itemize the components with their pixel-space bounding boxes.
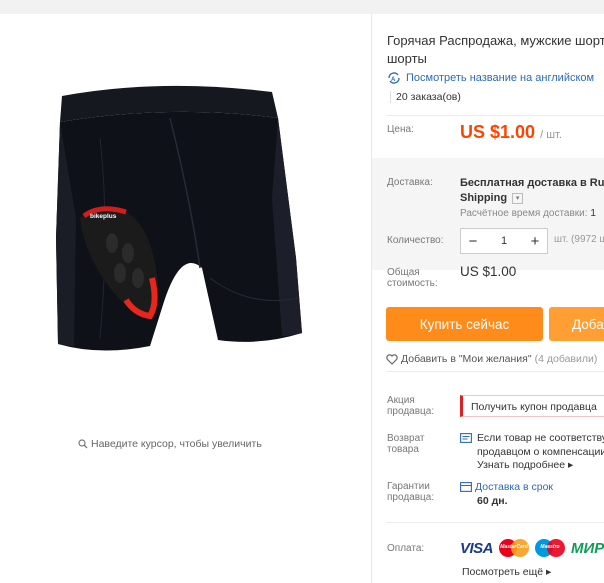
svg-text:A: A [391,77,396,83]
quantity-stepper[interactable]: − 1 + [460,228,548,254]
dropdown-caret-icon[interactable]: ▾ [512,193,524,204]
payment-methods: VISA MasterCard Maestro МИР [460,539,604,557]
payment-label: Оплата: [387,543,425,554]
guarantee-info: Доставка в срок 60 дн. [460,480,553,508]
product-image[interactable]: bikeplus [40,78,315,393]
returns-label-line2: товара [387,444,419,455]
product-details: Горячая Распродажа, мужские шорты шорты … [372,14,604,583]
zoom-hint: Наведите курсор, чтобы увеличить [78,438,262,450]
shipping-label: Доставка: [387,177,433,188]
divider [386,371,604,372]
price-value: US $1.00 [460,122,536,142]
delivery-guarantee-link[interactable]: Доставка в срок [460,480,553,494]
shipping-option[interactable]: Бесплатная доставка в Russia Shipping ▾ [460,176,604,206]
quantity-plus-button[interactable]: + [523,233,547,250]
divider [386,115,604,116]
zoom-hint-text: Наведите курсор, чтобы увеличить [91,438,262,450]
product-title-line2: шорты [387,51,427,66]
quantity-available: шт. (9972 шт. доступно) [554,234,604,245]
seller-coupon-button[interactable]: Получить купон продавца [460,395,604,417]
add-to-cart-button[interactable]: Добавить [549,307,604,341]
promo-label: Акция продавца: [387,395,434,417]
shipping-line1: Бесплатная доставка в Russia [460,177,604,189]
returns-label: Возврат товара [387,433,425,455]
return-icon [460,433,472,443]
returns-text-line2: продавцом о компенсации [477,445,604,458]
maestro-logo-text: Maestro [540,544,560,550]
guarantee-icon [460,482,472,492]
promo-label-line1: Акция [387,395,415,406]
returns-more-link[interactable]: Узнать подробнее ▸ [460,459,604,473]
quantity-minus-button[interactable]: − [461,233,485,250]
total-price: US $1.00 [460,264,517,279]
product-image-area[interactable]: bikeplus Наведите курсор, чтобы увеличит… [0,14,371,583]
guarantee-days: 60 дн. [477,495,508,507]
quantity-label: Количество: [387,235,444,246]
delivery-estimate: Расчётное время доставки: 1 [460,208,596,219]
wishlist-link[interactable]: Добавить в "Мои желания" (4 добавили) [386,353,597,365]
shipping-line2: Shipping [460,192,508,204]
returns-label-line1: Возврат [387,433,425,444]
product-title-line1: Горячая Распродажа, мужские шорты [387,33,604,48]
guarantee-label-line2: продавца: [387,492,435,503]
returns-text-line1: Если товар не соответствует описанию, [477,432,604,444]
heart-icon [386,353,398,365]
quantity-input[interactable]: 1 [485,235,523,247]
returns-info: Если товар не соответствует описанию, пр… [460,432,604,473]
translate-link[interactable]: A Посмотреть название на английском [387,72,594,84]
order-count: 20 заказа(ов) [390,91,461,103]
promo-label-line2: продавца: [387,406,435,417]
divider [386,522,604,523]
search-icon [78,439,88,449]
mir-logo: МИР [571,539,604,557]
brand-logo: bikeplus [90,213,117,220]
visa-logo: VISA [460,539,494,557]
wishlist-count: (4 добавили) [534,353,598,365]
maestro-logo: Maestro [535,539,566,557]
guarantee-label: Гарантии продавца: [387,481,434,503]
guarantee-label-line1: Гарантии [387,481,430,492]
payment-more-link[interactable]: Посмотреть ещё ▸ [462,566,551,578]
total-label-line1: Общая [387,267,420,278]
delivery-estimate-value: 1 [590,208,596,219]
delivery-guarantee-text[interactable]: Доставка в срок [475,480,553,494]
translate-icon: A [388,72,400,84]
mastercard-logo-text: MasterCard [500,544,528,550]
price-unit: / шт. [540,129,562,141]
price-label: Цена: [387,124,414,135]
total-label-line2: стоимость: [387,278,438,289]
top-bar [0,0,604,14]
wishlist-text[interactable]: Добавить в "Мои желания" [401,353,532,365]
product-title: Горячая Распродажа, мужские шорты шорты [387,32,604,68]
total-label: Общая стоимость: [387,267,438,289]
buy-now-button[interactable]: Купить сейчас [386,307,543,341]
mastercard-logo: MasterCard [499,539,530,557]
delivery-estimate-label: Расчётное время доставки: [460,208,588,219]
translate-link-text[interactable]: Посмотреть название на английском [406,72,594,84]
price: US $1.00 / шт. [460,122,562,143]
